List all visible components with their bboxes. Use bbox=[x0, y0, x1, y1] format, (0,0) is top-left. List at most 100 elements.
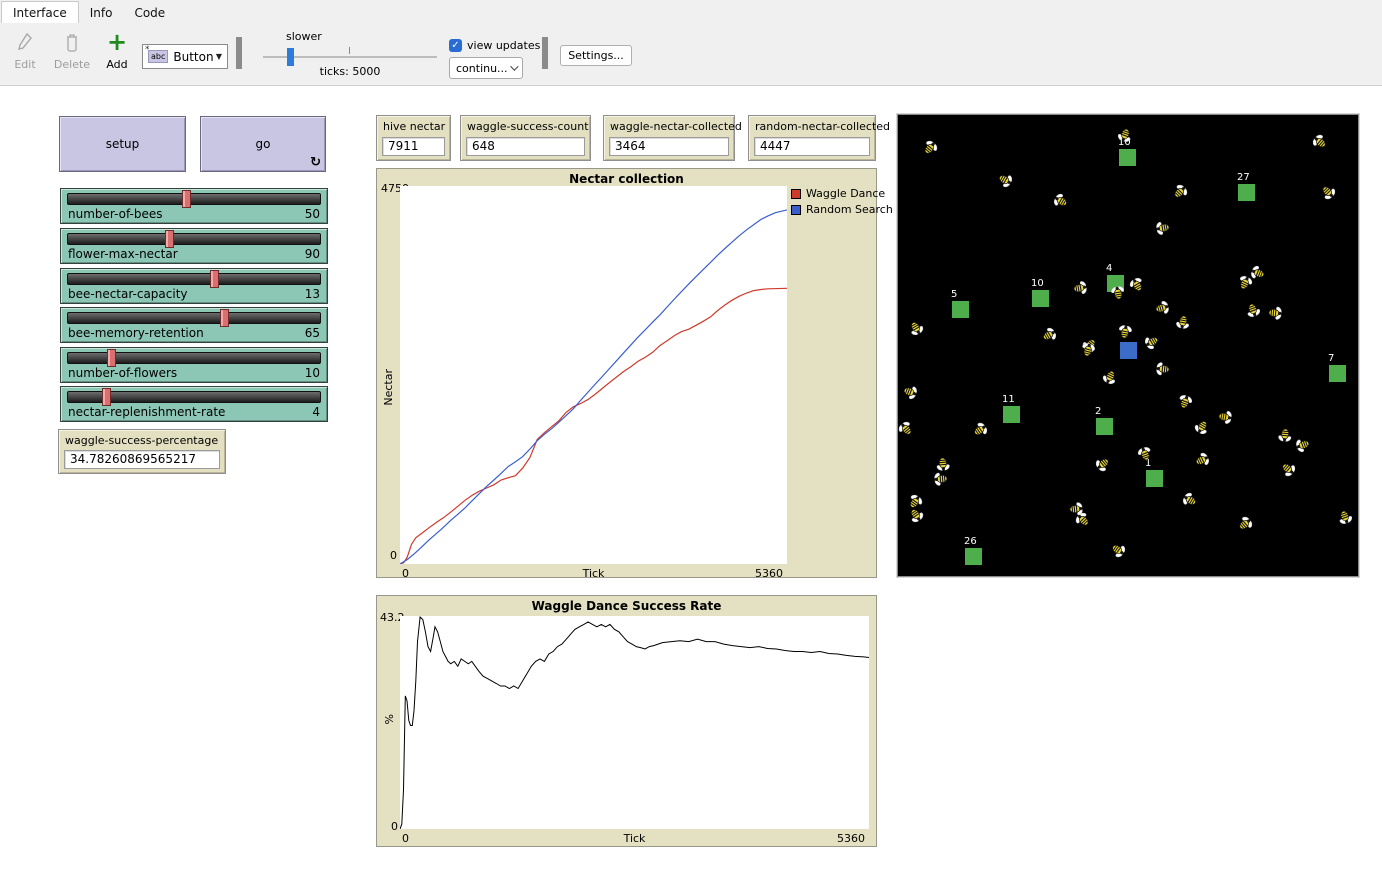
bee-turtle[interactable] bbox=[1101, 368, 1119, 386]
bee-turtle[interactable] bbox=[1176, 393, 1194, 411]
bee-turtle[interactable] bbox=[1143, 333, 1161, 351]
plot-area bbox=[400, 186, 787, 564]
tab-bar: Interface Info Code bbox=[0, 0, 1382, 23]
bee-turtle[interactable] bbox=[1244, 301, 1262, 319]
bee-turtle[interactable] bbox=[1266, 304, 1284, 322]
slider-handle[interactable] bbox=[102, 388, 111, 406]
settings-button[interactable]: Settings... bbox=[560, 45, 632, 66]
bee-turtle[interactable] bbox=[996, 171, 1014, 189]
bee-turtle[interactable] bbox=[1193, 451, 1211, 469]
bee-turtle[interactable] bbox=[1336, 508, 1354, 526]
hive-patch[interactable] bbox=[1120, 342, 1137, 359]
slider-name: flower-max-nectar bbox=[68, 247, 178, 261]
flower-patch[interactable]: 10 bbox=[1032, 290, 1049, 307]
slider-handle[interactable] bbox=[107, 349, 116, 367]
bee-turtle[interactable] bbox=[901, 383, 919, 401]
slider-bee-nectar-capacity[interactable]: bee-nectar-capacity13 bbox=[60, 268, 328, 304]
speed-slider-handle[interactable] bbox=[287, 48, 294, 66]
flower-patch[interactable]: 26 bbox=[965, 548, 982, 565]
bee-turtle[interactable] bbox=[1109, 541, 1127, 559]
slider-handle[interactable] bbox=[220, 309, 229, 327]
bee-turtle[interactable] bbox=[921, 139, 939, 157]
edit-button[interactable]: Edit bbox=[10, 31, 40, 71]
slider-row: bee-memory-retention65 bbox=[68, 326, 320, 340]
flower-patch[interactable]: 1 bbox=[1146, 470, 1163, 487]
slider-number-of-flowers[interactable]: number-of-flowers10 bbox=[60, 347, 328, 383]
tab-info[interactable]: Info bbox=[79, 2, 124, 23]
setup-button-label: setup bbox=[106, 137, 140, 151]
flower-patch[interactable]: 7 bbox=[1329, 365, 1346, 382]
tab-code[interactable]: Code bbox=[123, 2, 176, 23]
bee-turtle[interactable] bbox=[1052, 192, 1070, 210]
slider-handle[interactable] bbox=[210, 270, 219, 288]
legend-swatch bbox=[791, 205, 801, 215]
widget-type-dropdown[interactable]: *abc Button ▼ bbox=[142, 44, 228, 69]
bee-turtle[interactable] bbox=[1154, 219, 1172, 237]
update-mode-dropdown[interactable]: continu... bbox=[449, 57, 523, 79]
bee-turtle[interactable] bbox=[907, 506, 925, 524]
slider-value: 50 bbox=[305, 207, 320, 221]
slider-flower-max-nectar[interactable]: flower-max-nectar90 bbox=[60, 228, 328, 264]
bee-turtle[interactable] bbox=[907, 319, 925, 337]
flower-patch[interactable]: 2 bbox=[1096, 418, 1113, 435]
slider-bee-memory-retention[interactable]: bee-memory-retention65 bbox=[60, 307, 328, 343]
bee-turtle[interactable] bbox=[1279, 460, 1297, 478]
flower-patch[interactable]: 27 bbox=[1238, 184, 1255, 201]
bee-turtle[interactable] bbox=[1079, 341, 1097, 359]
bee-turtle[interactable] bbox=[1136, 445, 1154, 463]
bee-turtle[interactable] bbox=[1094, 455, 1112, 473]
slider-track[interactable] bbox=[67, 273, 321, 285]
bee-turtle[interactable] bbox=[971, 421, 989, 439]
bee-turtle[interactable] bbox=[1276, 426, 1294, 444]
update-mode-value: continu... bbox=[456, 62, 508, 75]
bee-turtle[interactable] bbox=[1074, 511, 1092, 529]
bee-turtle[interactable] bbox=[1311, 133, 1329, 151]
speed-slider-notch bbox=[349, 47, 350, 54]
legend-swatch bbox=[791, 189, 801, 199]
add-button[interactable]: + Add bbox=[103, 31, 131, 71]
monitor-waggle-nectar-collected: waggle-nectar-collected3464 bbox=[603, 115, 735, 161]
bee-turtle[interactable] bbox=[1154, 360, 1172, 378]
bee-turtle[interactable] bbox=[1128, 276, 1146, 294]
slider-number-of-bees[interactable]: number-of-bees50 bbox=[60, 188, 328, 224]
world-view[interactable]: 102751041122671 bbox=[897, 114, 1359, 577]
view-updates-checkbox[interactable]: ✓ bbox=[449, 39, 462, 52]
setup-button[interactable]: setup bbox=[59, 116, 186, 172]
bee-turtle[interactable] bbox=[1109, 284, 1127, 302]
bee-turtle[interactable] bbox=[897, 420, 915, 438]
bee-turtle[interactable] bbox=[1249, 264, 1267, 282]
slider-handle[interactable] bbox=[165, 230, 174, 248]
bee-turtle[interactable] bbox=[1236, 515, 1254, 533]
slider-track[interactable] bbox=[67, 312, 321, 324]
bee-turtle[interactable] bbox=[1171, 183, 1189, 201]
bee-turtle[interactable] bbox=[932, 470, 950, 488]
slider-track[interactable] bbox=[67, 391, 321, 403]
bee-turtle[interactable] bbox=[1071, 279, 1089, 297]
flower-patch[interactable]: 11 bbox=[1003, 406, 1020, 423]
x-max-label: 5360 bbox=[837, 832, 865, 845]
bee-turtle[interactable] bbox=[1319, 183, 1337, 201]
go-button[interactable]: go ↻ bbox=[200, 116, 326, 172]
bee-turtle[interactable] bbox=[1216, 408, 1234, 426]
bee-turtle[interactable] bbox=[1153, 299, 1171, 317]
slider-track[interactable] bbox=[67, 352, 321, 364]
series-waggle-success-percentage bbox=[400, 617, 869, 829]
flower-patch[interactable]: 5 bbox=[952, 301, 969, 318]
bee-turtle[interactable] bbox=[1174, 313, 1192, 331]
bee-turtle[interactable] bbox=[1116, 323, 1134, 341]
slider-track[interactable] bbox=[67, 193, 321, 205]
delete-button[interactable]: Delete bbox=[52, 31, 92, 71]
slider-track[interactable] bbox=[67, 233, 321, 245]
chevron-down-icon bbox=[510, 62, 518, 70]
slider-nectar-replenishment-rate[interactable]: nectar-replenishment-rate4 bbox=[60, 386, 328, 422]
bee-turtle[interactable] bbox=[1193, 418, 1211, 436]
bee-turtle[interactable] bbox=[1040, 326, 1058, 344]
flower-patch[interactable]: 10 bbox=[1119, 149, 1136, 166]
flower-nectar-count: 2 bbox=[1095, 406, 1101, 417]
bee-turtle[interactable] bbox=[1181, 491, 1199, 509]
tab-interface[interactable]: Interface bbox=[1, 1, 79, 23]
bee-turtle[interactable] bbox=[1294, 436, 1312, 454]
bee-turtle[interactable] bbox=[1116, 126, 1134, 144]
ticks-counter: ticks: 5000 bbox=[263, 65, 437, 78]
slider-handle[interactable] bbox=[182, 190, 191, 208]
